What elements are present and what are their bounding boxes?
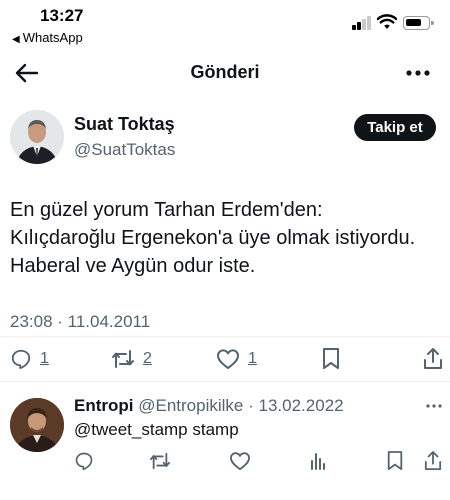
bookmark-button[interactable] <box>321 347 341 371</box>
reply-count: 1 <box>40 350 49 367</box>
reply-share-button[interactable] <box>424 449 442 473</box>
wifi-icon <box>377 14 397 29</box>
tweet-text: En güzel yorum Tarhan Erdem'den: Kılıçda… <box>10 196 442 280</box>
battery-icon <box>403 16 434 30</box>
reply-author-handle[interactable]: @Entropikilke <box>138 396 243 415</box>
share-button[interactable] <box>423 347 443 371</box>
back-to-app-link[interactable]: ◀ WhatsApp <box>12 30 83 45</box>
status-bar: 13:27 ◀ WhatsApp <box>0 0 450 50</box>
like-count: 1 <box>248 350 257 367</box>
retweet-button[interactable]: 2 <box>111 347 152 371</box>
author-handle[interactable]: @SuatToktas <box>74 140 175 160</box>
divider <box>0 381 450 382</box>
bookmark-icon <box>387 451 403 470</box>
reply-reply-button[interactable] <box>74 449 94 473</box>
more-horizontal-icon[interactable] <box>406 70 430 76</box>
heart-icon <box>217 349 239 369</box>
retweet-icon <box>112 350 134 368</box>
more-horizontal-icon[interactable] <box>426 404 442 408</box>
reply-text: @tweet_stamp stamp <box>74 420 239 439</box>
retweet-icon <box>150 452 170 470</box>
reply-views-button[interactable] <box>309 449 327 473</box>
back-triangle-icon: ◀ <box>12 34 20 45</box>
share-icon <box>424 451 442 470</box>
reply-separator: · <box>248 396 254 415</box>
reply-date[interactable]: 13.02.2022 <box>259 396 344 415</box>
reply-author-avatar[interactable] <box>10 398 64 452</box>
reply-author-name[interactable]: Entropi <box>74 396 134 415</box>
reply-header: Entropi @Entropikilke · 13.02.2022 <box>74 396 344 416</box>
page-title: Gönderi <box>190 62 260 82</box>
tweet-text-line: En güzel yorum Tarhan Erdem'den: <box>10 199 323 221</box>
follow-button[interactable]: Takip et <box>354 114 436 141</box>
author-name[interactable]: Suat Toktaş <box>74 114 175 135</box>
tweet-timestamp[interactable]: 23:08 · 11.04.2011 <box>10 312 150 332</box>
retweet-count: 2 <box>143 350 152 367</box>
back-app-label: WhatsApp <box>22 30 83 45</box>
heart-icon <box>230 452 250 471</box>
status-time: 13:27 <box>40 6 84 25</box>
reply-bookmark-button[interactable] <box>386 449 404 473</box>
top-nav-bar: Gönderi <box>0 52 450 96</box>
tweet-text-line: Haberal ve Aygün odur iste. <box>10 255 256 277</box>
cellular-signal-icon <box>352 16 372 30</box>
share-icon <box>424 348 442 369</box>
analytics-icon <box>311 453 325 470</box>
like-button[interactable]: 1 <box>216 347 257 371</box>
tweet-text-line: Kılıçdaroğlu Ergenekon'a üye olmak istiy… <box>10 227 416 249</box>
bookmark-icon <box>323 348 339 369</box>
author-avatar[interactable] <box>10 110 64 164</box>
reply-retweet-button[interactable] <box>149 449 171 473</box>
divider <box>0 336 450 337</box>
reply-icon <box>11 349 31 370</box>
reply-button[interactable]: 1 <box>10 347 49 371</box>
reply-icon <box>75 452 93 471</box>
reply-like-button[interactable] <box>229 449 251 473</box>
